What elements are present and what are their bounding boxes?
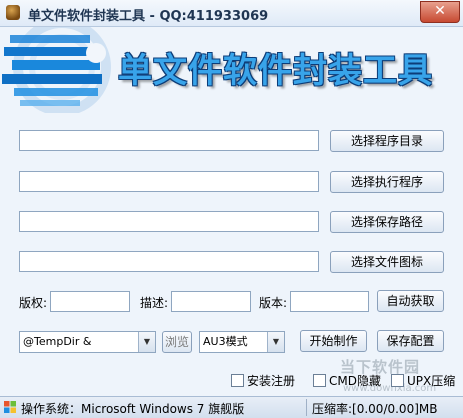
- file-icon-input[interactable]: [19, 251, 319, 272]
- checkbox-box[interactable]: [391, 374, 404, 387]
- banner-title: 单文件软件封装工具: [118, 51, 433, 91]
- select-save-path-button[interactable]: 选择保存路径: [330, 211, 444, 233]
- close-button[interactable]: ✕: [420, 1, 460, 23]
- cmd-hide-label: CMD隐藏: [329, 374, 381, 388]
- upx-compress-label: UPX压缩: [407, 374, 456, 388]
- banner: 单文件软件封装工具: [0, 27, 463, 113]
- copyright-label: 版权:: [19, 296, 48, 310]
- checkbox-box[interactable]: [313, 374, 326, 387]
- install-register-checkbox[interactable]: 安装注册: [231, 372, 295, 389]
- temp-dir-value: @TempDir &: [23, 335, 92, 348]
- chevron-down-icon[interactable]: ▼: [138, 332, 155, 352]
- select-file-icon-button[interactable]: 选择文件图标: [330, 251, 444, 273]
- program-dir-input[interactable]: [19, 130, 319, 151]
- save-config-button[interactable]: 保存配置: [377, 330, 444, 352]
- title-bar: 单文件软件封装工具 - QQ:411933069 ✕: [0, 0, 463, 27]
- auto-fetch-button[interactable]: 自动获取: [377, 290, 444, 312]
- app-window: 单文件软件封装工具 - QQ:411933069 ✕ 单文件软件封装工具 选择程…: [0, 0, 463, 418]
- save-path-input[interactable]: [19, 211, 319, 232]
- checkbox-box[interactable]: [231, 374, 244, 387]
- status-compression-rate: 压缩率:[0.00/0.00]MB: [312, 402, 438, 416]
- browse-button[interactable]: 浏览: [162, 331, 192, 353]
- app-icon: [6, 5, 20, 20]
- upx-compress-checkbox[interactable]: UPX压缩: [391, 372, 455, 389]
- status-os-text: 操作系统：Microsoft Windows 7 旗舰版: [21, 402, 245, 416]
- cmd-hide-checkbox[interactable]: CMD隐藏: [313, 372, 381, 389]
- windows-logo-icon: [4, 401, 16, 413]
- chevron-down-icon[interactable]: ▼: [267, 332, 284, 352]
- select-program-dir-button[interactable]: 选择程序目录: [330, 130, 444, 152]
- mode-select[interactable]: AU3模式 ▼: [199, 331, 285, 353]
- copyright-input[interactable]: [50, 291, 130, 312]
- status-separator: [306, 399, 307, 416]
- temp-dir-select[interactable]: @TempDir & ▼: [19, 331, 156, 353]
- version-label: 版本:: [259, 296, 288, 310]
- status-bar: 操作系统：Microsoft Windows 7 旗舰版 压缩率:[0.00/0…: [0, 396, 463, 418]
- version-input[interactable]: [290, 291, 369, 312]
- mode-value: AU3模式: [203, 335, 248, 348]
- select-exec-program-button[interactable]: 选择执行程序: [330, 171, 444, 193]
- start-build-button[interactable]: 开始制作: [300, 330, 367, 352]
- window-title: 单文件软件封装工具 - QQ:411933069: [28, 9, 269, 24]
- install-register-label: 安装注册: [247, 374, 296, 388]
- description-label: 描述:: [140, 296, 169, 310]
- description-input[interactable]: [171, 291, 251, 312]
- exec-program-input[interactable]: [19, 171, 319, 192]
